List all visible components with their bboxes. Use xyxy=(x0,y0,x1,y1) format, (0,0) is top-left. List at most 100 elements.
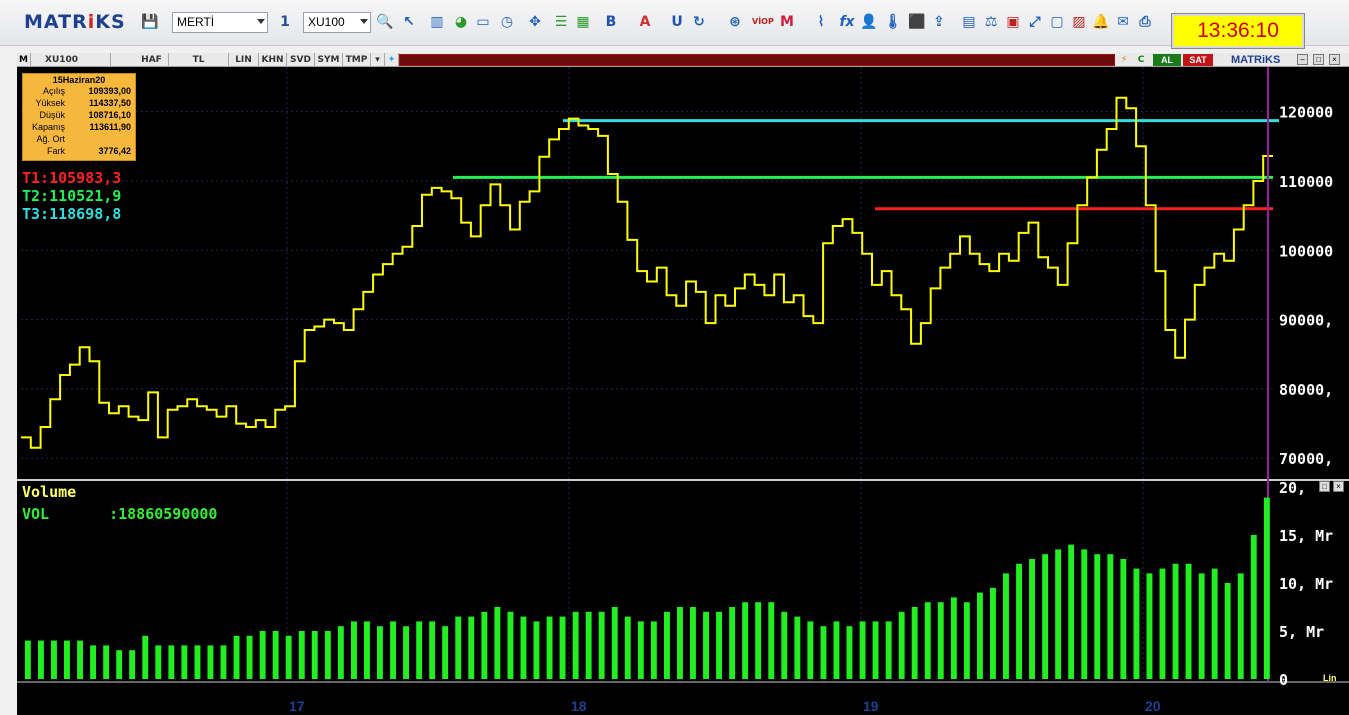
volume-bar xyxy=(364,621,370,679)
volume-bar xyxy=(664,611,670,679)
price-tick-label: 100000 xyxy=(1279,242,1333,260)
target-t3-label: T3:118698,8 xyxy=(22,205,122,223)
scale-icon[interactable]: ⚖ xyxy=(982,13,1000,31)
viop-icon[interactable]: VİOP xyxy=(752,13,774,31)
save-icon[interactable]: 💾 xyxy=(141,13,159,31)
volume-bar xyxy=(729,607,736,679)
volume-bar xyxy=(1185,563,1192,679)
upload-icon[interactable]: ⇪ xyxy=(930,13,948,31)
monitor-icon[interactable]: ▭ xyxy=(474,13,492,31)
font-color-icon[interactable]: A xyxy=(636,13,654,31)
buy-button[interactable]: AL xyxy=(1153,54,1181,66)
volume-bar xyxy=(1224,583,1231,679)
price-chart-area[interactable]: 120000 110000 100000 90000, 80000, 70000, 17 18… xyxy=(17,67,1349,715)
line-chart-icon[interactable]: ⌇ xyxy=(812,13,830,31)
traffic-light-icon[interactable]: ⬛ xyxy=(908,13,926,31)
symbol-select[interactable]: XU100 xyxy=(303,12,371,33)
volume-tick-label: 0 xyxy=(1279,671,1288,689)
volume-bar xyxy=(351,621,357,679)
volume-bar xyxy=(1081,549,1088,679)
volume-restore-icon[interactable]: □ xyxy=(1319,481,1330,492)
users-icon[interactable]: 👤 xyxy=(860,13,878,31)
volume-value-line: VOL:18860590000 xyxy=(22,505,217,523)
close-icon[interactable]: × xyxy=(1329,54,1340,65)
ohlc-row: Düşük 108716,10 xyxy=(39,110,131,120)
volume-bar xyxy=(233,635,240,679)
bell-icon[interactable]: 🔔 xyxy=(1092,13,1110,31)
volume-bar xyxy=(963,602,970,679)
lightning-icon[interactable]: ⚡ xyxy=(1117,53,1131,67)
broker-select[interactable]: MERTİ xyxy=(172,12,268,33)
volume-bar xyxy=(624,616,631,679)
settings-icon[interactable]: ▤ xyxy=(960,13,978,31)
volume-bar xyxy=(833,621,840,679)
window-icon[interactable]: ▢ xyxy=(1048,13,1066,31)
underline-icon[interactable]: U xyxy=(668,13,686,31)
header-tab-lin[interactable]: LIN xyxy=(229,53,259,67)
thermometer-icon[interactable]: 🌡 xyxy=(884,13,902,31)
volume-bar xyxy=(650,621,657,679)
cursor-tool-icon[interactable]: ↖ xyxy=(400,13,418,31)
clock-icon[interactable]: ◷ xyxy=(498,13,516,31)
sell-button[interactable]: SAT xyxy=(1183,54,1213,66)
link-icon[interactable]: ⊛ xyxy=(726,13,744,31)
volume-bar xyxy=(1211,568,1218,679)
volume-bar xyxy=(129,650,136,679)
volume-bar xyxy=(416,621,423,679)
header-tab-sym[interactable]: SYM xyxy=(315,53,343,67)
menu-m-button[interactable]: M xyxy=(17,53,31,67)
bold-icon[interactable]: B xyxy=(602,13,620,31)
formula-icon[interactable]: fx xyxy=(838,13,856,31)
restore-icon[interactable]: □ xyxy=(1313,54,1324,65)
volume-bar xyxy=(272,631,279,679)
c-icon[interactable]: C xyxy=(1133,53,1149,67)
volume-bar xyxy=(1237,573,1244,679)
date-tick-label: 18 xyxy=(571,698,587,714)
header-tab-haf[interactable]: HAF xyxy=(135,53,169,67)
grid-icon[interactable]: ▦ xyxy=(574,13,592,31)
volume-close-icon[interactable]: × xyxy=(1333,481,1344,492)
list-icon[interactable]: ☰ xyxy=(552,13,570,31)
pie-chart-icon[interactable]: ◕ xyxy=(452,13,470,31)
alert-box-icon[interactable]: ▣ xyxy=(1004,13,1022,31)
volume-bar xyxy=(1107,554,1114,679)
volume-bar xyxy=(1172,563,1179,679)
ticker-bar xyxy=(399,54,1115,66)
matriks-window: MATRiKS 💾 MERTİ 1 XU100 🔍 ↖ ▥ ◕ ▭ ◷ ✥ ☰ … xyxy=(0,0,1349,715)
volume-bar xyxy=(585,611,592,679)
volume-bar xyxy=(77,640,83,679)
volume-bar xyxy=(142,635,149,679)
chart-canvas: 120000 110000 100000 90000, 80000, 70000, 17 18… xyxy=(17,67,1349,714)
volume-bar xyxy=(246,635,253,679)
scale-mode-label[interactable]: Lin xyxy=(1323,673,1337,683)
mail-m-icon[interactable]: M xyxy=(778,13,796,31)
minimize-icon[interactable]: – xyxy=(1297,54,1308,65)
volume-bar xyxy=(1029,559,1035,679)
bar-chart-icon[interactable]: ▥ xyxy=(428,13,446,31)
volume-bar xyxy=(403,626,409,679)
volume-bar xyxy=(807,621,814,679)
volume-bar xyxy=(168,645,175,679)
header-dropdown-icon[interactable]: ▾ xyxy=(371,53,385,67)
volume-bar xyxy=(298,631,305,679)
volume-bar xyxy=(1120,559,1127,679)
header-tab-svd[interactable]: SVD xyxy=(287,53,315,67)
header-tab-tl[interactable]: TL xyxy=(169,53,229,67)
volume-bar xyxy=(598,611,605,679)
refresh-icon[interactable]: ↻ xyxy=(690,13,708,31)
volume-tick-label: 15, Mr xyxy=(1279,527,1333,545)
envelope-icon[interactable]: ✉ xyxy=(1114,13,1132,31)
twitter-icon[interactable]: ✦ xyxy=(385,53,399,67)
volume-bar xyxy=(24,640,31,679)
expand-icon[interactable]: ⤢ xyxy=(1026,13,1044,31)
header-tab-khn[interactable]: KHN xyxy=(259,53,287,67)
image-icon[interactable]: ▨ xyxy=(1070,13,1088,31)
zoom-icon[interactable]: 🔍 xyxy=(376,13,394,31)
volume-bar xyxy=(1159,568,1166,679)
handshake-icon[interactable]: ✥ xyxy=(526,13,544,31)
date-tick-label: 19 xyxy=(863,698,879,714)
print-icon[interactable]: ⎙ xyxy=(1136,13,1154,31)
volume-bar xyxy=(794,616,801,679)
header-tab-tmp[interactable]: TMP xyxy=(343,53,371,67)
date-tick-label: 20 xyxy=(1145,698,1161,714)
